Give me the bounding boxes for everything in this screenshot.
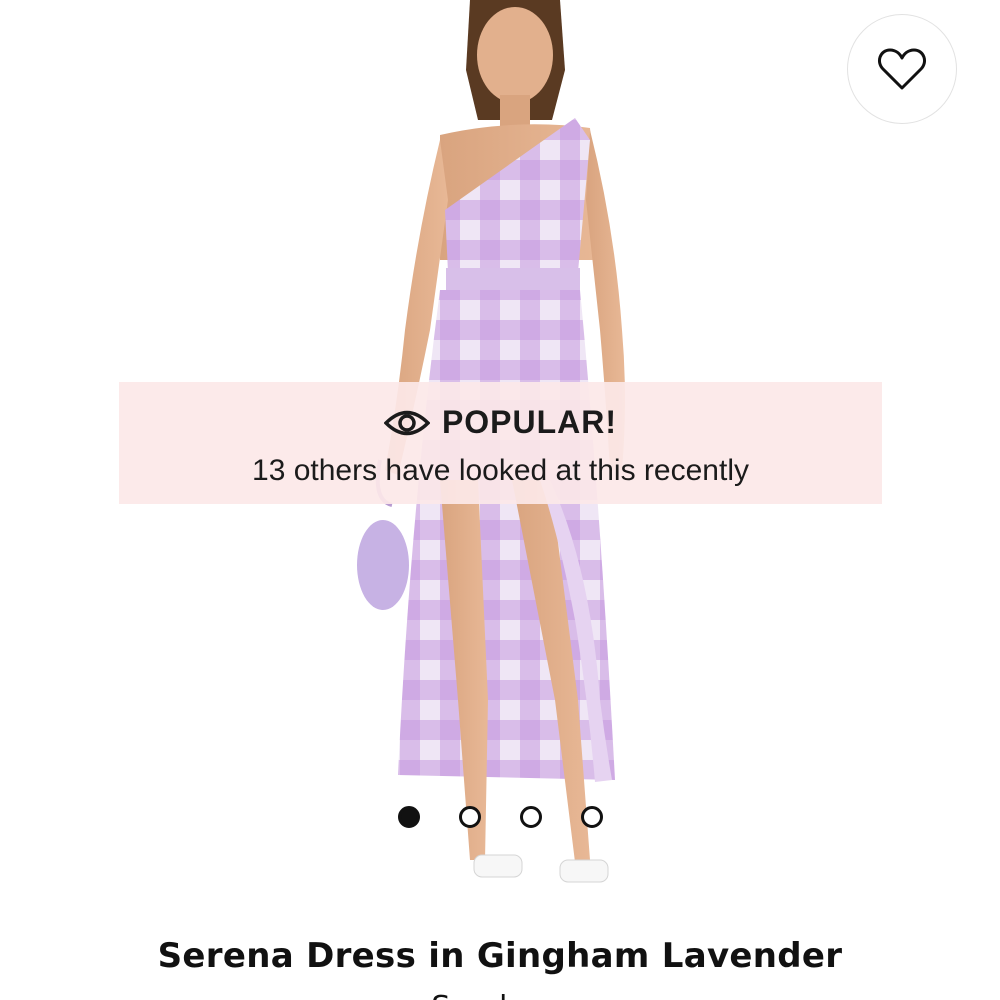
popular-banner: POPULAR! 13 others have looked at this r…	[119, 382, 882, 504]
heart-outline-icon	[878, 48, 926, 90]
eye-icon	[383, 410, 430, 435]
favorite-button[interactable]	[847, 14, 957, 124]
popular-heading: POPULAR!	[119, 404, 882, 441]
popular-title: POPULAR!	[441, 404, 618, 440]
carousel-dot-2[interactable]	[458, 806, 481, 828]
product-detail-screen: POPULAR! 13 others have looked at this r…	[0, 0, 1000, 1000]
carousel-dot-4[interactable]	[580, 806, 603, 828]
product-title: Serena Dress in Gingham Lavender	[157, 936, 843, 976]
brand-name[interactable]: Sundress	[0, 990, 1000, 1000]
carousel-indicator	[0, 806, 1000, 828]
carousel-dot-1[interactable]	[397, 806, 420, 828]
carousel-dot-3[interactable]	[519, 806, 542, 828]
popular-subtext: 13 others have looked at this recently	[252, 454, 749, 487]
